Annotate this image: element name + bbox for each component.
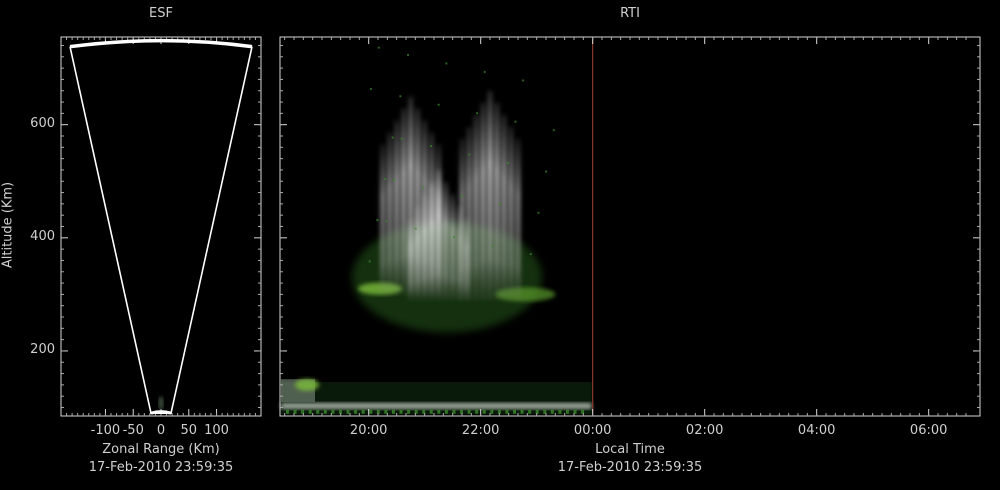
- rti-low-echo-speck: [391, 409, 395, 414]
- esf-plot-frame: [60, 36, 262, 417]
- rti-green-streak: [295, 378, 320, 391]
- rti-echo-speck: [370, 87, 373, 90]
- rti-low-echo-speck: [369, 409, 373, 414]
- rti-low-echo-speck: [354, 409, 358, 414]
- rti-echo-speck: [400, 137, 403, 140]
- rti-low-echo-speck: [482, 409, 486, 414]
- rti-plume-strand: [387, 132, 393, 295]
- rti-echo-speck: [385, 220, 388, 223]
- rti-low-echo-speck: [490, 409, 494, 414]
- rti-plume-strand: [459, 138, 465, 301]
- rti-x-tick-label: 04:00: [797, 423, 836, 438]
- rti-echo-speck: [453, 236, 456, 239]
- rti-plume-strand: [480, 102, 486, 301]
- rti-echo-speck: [483, 70, 486, 73]
- esf-y-tick-label: 200: [30, 341, 55, 357]
- rti-low-echo-speck: [520, 409, 524, 414]
- rti-echo-speck: [422, 186, 425, 189]
- rti-low-echo-speck: [286, 409, 289, 414]
- rti-low-echo-speck: [550, 409, 554, 414]
- rti-plume-strand: [508, 126, 514, 301]
- rti-plume-strand: [487, 90, 493, 301]
- esf-y-tick-label: 600: [30, 115, 55, 131]
- rti-plume-strand: [494, 102, 500, 301]
- rti-echo-speck: [522, 79, 525, 82]
- rti-x-tick-label: 22:00: [461, 423, 500, 438]
- rti-low-echo-speck: [316, 409, 320, 414]
- rti-low-echo-speck: [429, 409, 433, 414]
- rti-x-tick-label: 02:00: [685, 423, 724, 438]
- rti-plume-strand: [450, 193, 456, 301]
- rti-plume-strand: [415, 205, 421, 301]
- rti-low-echo-speck: [528, 409, 532, 414]
- rti-plume-strand: [436, 169, 442, 301]
- rti-echo-speck: [445, 62, 448, 65]
- rti-plume-strand: [380, 144, 386, 295]
- rti-low-echo-speck: [467, 409, 471, 414]
- rti-plume-strand: [394, 120, 400, 295]
- rti-plume-strand: [473, 114, 479, 301]
- esf-x-tick-label: 100: [204, 423, 229, 438]
- rti-plume-strand: [401, 108, 407, 295]
- rti-echo-speck: [430, 145, 433, 148]
- rti-x-tick-label: 20:00: [349, 423, 388, 438]
- rti-echo-speck: [368, 260, 371, 263]
- rti-plume-strand: [515, 138, 521, 301]
- rti-echo-speck: [514, 120, 517, 123]
- rti-echo-speck: [393, 178, 396, 181]
- rti-low-echo-speck: [505, 409, 509, 414]
- rti-low-echo-speck: [437, 409, 441, 414]
- rti-echo-speck: [391, 136, 394, 139]
- rti-low-echo-speck: [558, 409, 562, 414]
- rti-plume-strand: [429, 181, 435, 301]
- rti-echo-speck: [506, 162, 509, 165]
- rti-low-echo-speck: [407, 409, 411, 414]
- rti-x-tick-label: 00:00: [573, 423, 612, 438]
- rti-echo-speck: [545, 170, 548, 173]
- rti-x-tick-label: 06:00: [909, 423, 948, 438]
- esf-x-tick-label: -50: [122, 423, 144, 438]
- rti-echo-speck: [384, 177, 387, 180]
- rti-low-echo-speck: [346, 409, 350, 414]
- chart-canvas: [60, 36, 981, 417]
- rti-low-echo-speck: [535, 409, 539, 414]
- rti-plume-strand: [501, 114, 507, 301]
- rti-low-echo-speck: [513, 409, 516, 414]
- rti-echo-speck: [399, 95, 402, 98]
- rti-echo-speck: [491, 244, 494, 247]
- rti-echo-speck: [377, 46, 380, 49]
- rti-low-band-echo: [281, 402, 592, 409]
- rti-echo-speck: [468, 153, 471, 156]
- rti-echo-speck: [529, 253, 532, 256]
- rti-plume-strand: [422, 193, 428, 301]
- rti-echo-speck: [460, 194, 463, 197]
- rti-low-echo-speck: [399, 409, 403, 414]
- esf-beam-bottom-arc: [150, 410, 172, 415]
- rti-echo-speck: [437, 103, 440, 106]
- rti-low-echo-speck: [323, 409, 327, 414]
- rti-low-echo-speck: [331, 409, 335, 414]
- esf-x-tick-label: 0: [156, 423, 166, 438]
- rti-low-band-bg: [281, 382, 592, 415]
- rti-low-echo-speck: [444, 409, 448, 414]
- rti-echo-speck: [537, 211, 540, 214]
- rti-echo-speck: [414, 227, 417, 230]
- esf-x-tick-label: -100: [90, 423, 121, 438]
- rti-low-echo-speck: [308, 409, 312, 414]
- rti-low-echo-speck: [565, 409, 569, 414]
- rti-echo-speck: [407, 53, 410, 56]
- rti-plume-strand: [466, 126, 472, 301]
- rti-plume-strand: [443, 181, 449, 301]
- esf-y-tick-label: 400: [30, 228, 55, 244]
- esf-echo-blob: [159, 397, 163, 410]
- rti-low-echo-speck: [475, 409, 479, 414]
- rti-echo-speck: [376, 219, 379, 222]
- rti-plume-strand: [408, 217, 414, 301]
- rti-echo-speck: [552, 129, 555, 132]
- rti-echo-speck: [499, 203, 502, 206]
- rti-low-echo-speck: [361, 409, 365, 414]
- esf-x-tick-label: 50: [180, 423, 198, 438]
- rti-echo-speck: [476, 112, 479, 115]
